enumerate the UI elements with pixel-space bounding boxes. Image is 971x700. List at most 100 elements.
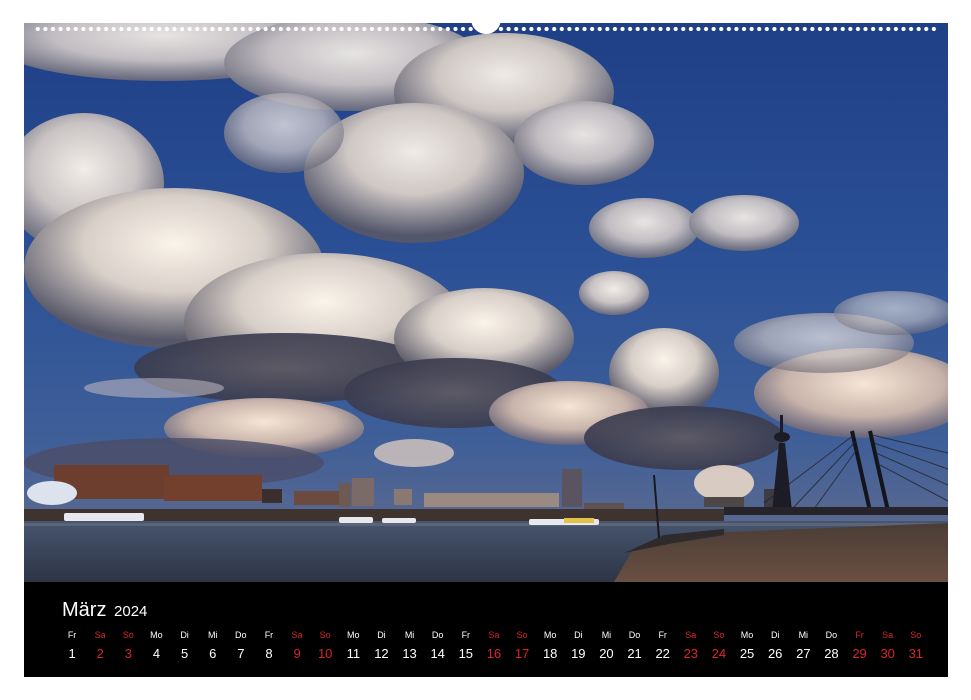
day-cell: Sa 9 [283, 629, 311, 665]
weekday-label: Mo [347, 630, 360, 640]
day-cell: Fr 15 [452, 629, 480, 665]
calendar-strip: März 2024 Fr 1 Sa 2 So 3 Mo 4 Di 5 Mi 6 Do 7 Fr 8 Sa 9 So 1… [24, 582, 948, 677]
day-number: 24 [711, 646, 727, 661]
weekday-label: Sa [882, 630, 894, 640]
day-number: 22 [655, 646, 670, 661]
weekday-label: Di [770, 630, 780, 640]
day-cell: Mo 4 [142, 629, 170, 665]
day-cell: Mo 25 [733, 629, 761, 665]
day-number: 29 [852, 646, 867, 661]
month-title: März 2024 [62, 598, 147, 624]
weekday-label: Do [235, 630, 247, 640]
day-number: 26 [767, 646, 783, 661]
day-cell: Mi 27 [789, 629, 817, 665]
day-number: 31 [908, 646, 924, 661]
weekday-label: So [319, 630, 331, 640]
weekday-label: Fr [264, 630, 274, 640]
day-cell: Mi 20 [592, 629, 620, 665]
day-cell: Fr 29 [846, 629, 874, 665]
day-cell: So 3 [114, 629, 142, 665]
weekday-label: Mi [601, 630, 612, 640]
weekday-label: Sa [488, 630, 500, 640]
day-number: 11 [346, 646, 361, 661]
day-cell: Fr 8 [255, 629, 283, 665]
weekday-label: Di [377, 630, 386, 640]
day-number: 5 [180, 646, 189, 661]
day-cell: Fr 22 [649, 629, 677, 665]
day-cell: Mi 13 [396, 629, 424, 665]
weekday-label: Do [431, 630, 444, 640]
weekday-label: Mi [404, 630, 415, 640]
weekday-label: Do [825, 630, 838, 640]
day-number: 6 [209, 646, 217, 661]
cityscape-photo [24, 23, 948, 582]
day-cell: Do 14 [424, 629, 452, 665]
day-cell: So 31 [902, 629, 930, 665]
day-number: 8 [265, 646, 273, 661]
weekday-label: Fr [658, 630, 667, 640]
days-row: Fr 1 Sa 2 So 3 Mo 4 Di 5 Mi 6 Do 7 Fr 8 Sa 9 So 10 Mo 11 Di 12 M… [58, 629, 930, 665]
day-cell: Di 12 [367, 629, 395, 665]
weekday-label: So [910, 630, 922, 640]
day-number: 21 [627, 646, 642, 661]
day-number: 1 [68, 646, 76, 661]
weekday-label: Mi [207, 630, 218, 640]
day-cell: Di 26 [761, 629, 789, 665]
weekday-label: So [122, 630, 134, 640]
day-number: 4 [152, 646, 161, 661]
weekday-label: So [516, 630, 528, 640]
weekday-label: Do [628, 630, 641, 640]
day-cell: Fr 1 [58, 629, 86, 665]
day-cell: Sa 30 [874, 629, 902, 665]
weekday-label: So [713, 630, 725, 640]
day-number: 7 [237, 646, 245, 661]
day-number: 18 [542, 646, 558, 661]
day-number: 30 [880, 646, 895, 661]
day-number: 27 [796, 646, 811, 661]
day-number: 2 [96, 646, 104, 661]
weekday-label: Di [574, 630, 583, 640]
day-number: 25 [739, 646, 755, 661]
day-cell: Sa 16 [480, 629, 508, 665]
day-number: 14 [430, 646, 445, 661]
day-cell: So 24 [705, 629, 733, 665]
weekday-label: Mo [740, 630, 754, 640]
day-number: 16 [486, 646, 502, 661]
day-number: 9 [293, 646, 301, 661]
day-number: 23 [683, 646, 699, 661]
weekday-label: Sa [685, 630, 697, 640]
day-number: 20 [599, 646, 614, 661]
day-cell: Sa 2 [86, 629, 114, 665]
calendar-page: März 2024 Fr 1 Sa 2 So 3 Mo 4 Di 5 Mi 6 Do 7 Fr 8 Sa 9 So 1… [0, 0, 971, 700]
month-name: März [62, 599, 107, 621]
day-cell: So 10 [311, 629, 339, 665]
day-number: 28 [824, 646, 839, 661]
year-label: 2024 [114, 603, 148, 620]
weekday-label: Mo [543, 630, 557, 640]
day-cell: Mo 11 [339, 629, 367, 665]
weekday-label: Mi [798, 630, 809, 640]
day-cell: Mo 18 [536, 629, 564, 665]
day-number: 13 [402, 646, 417, 661]
weekday-label: Fr [67, 630, 77, 640]
day-number: 10 [317, 646, 333, 661]
weekday-label: Fr [855, 630, 864, 640]
weekday-label: Mo [150, 630, 163, 640]
weekday-label: Sa [291, 630, 303, 640]
day-number: 15 [458, 646, 474, 661]
day-number: 3 [124, 646, 132, 661]
day-cell: Do 28 [817, 629, 845, 665]
day-cell: Di 19 [564, 629, 592, 665]
day-cell: Mi 6 [199, 629, 227, 665]
day-number: 12 [374, 646, 389, 661]
spiral-binding [24, 18, 948, 36]
day-number: 17 [514, 646, 530, 661]
day-cell: Do 7 [227, 629, 255, 665]
day-cell: Sa 23 [677, 629, 705, 665]
weekday-label: Di [180, 630, 189, 640]
weekday-label: Fr [461, 630, 471, 640]
day-cell: Di 5 [171, 629, 199, 665]
day-number: 19 [571, 646, 586, 661]
day-cell: So 17 [508, 629, 536, 665]
weekday-label: Sa [94, 630, 106, 640]
